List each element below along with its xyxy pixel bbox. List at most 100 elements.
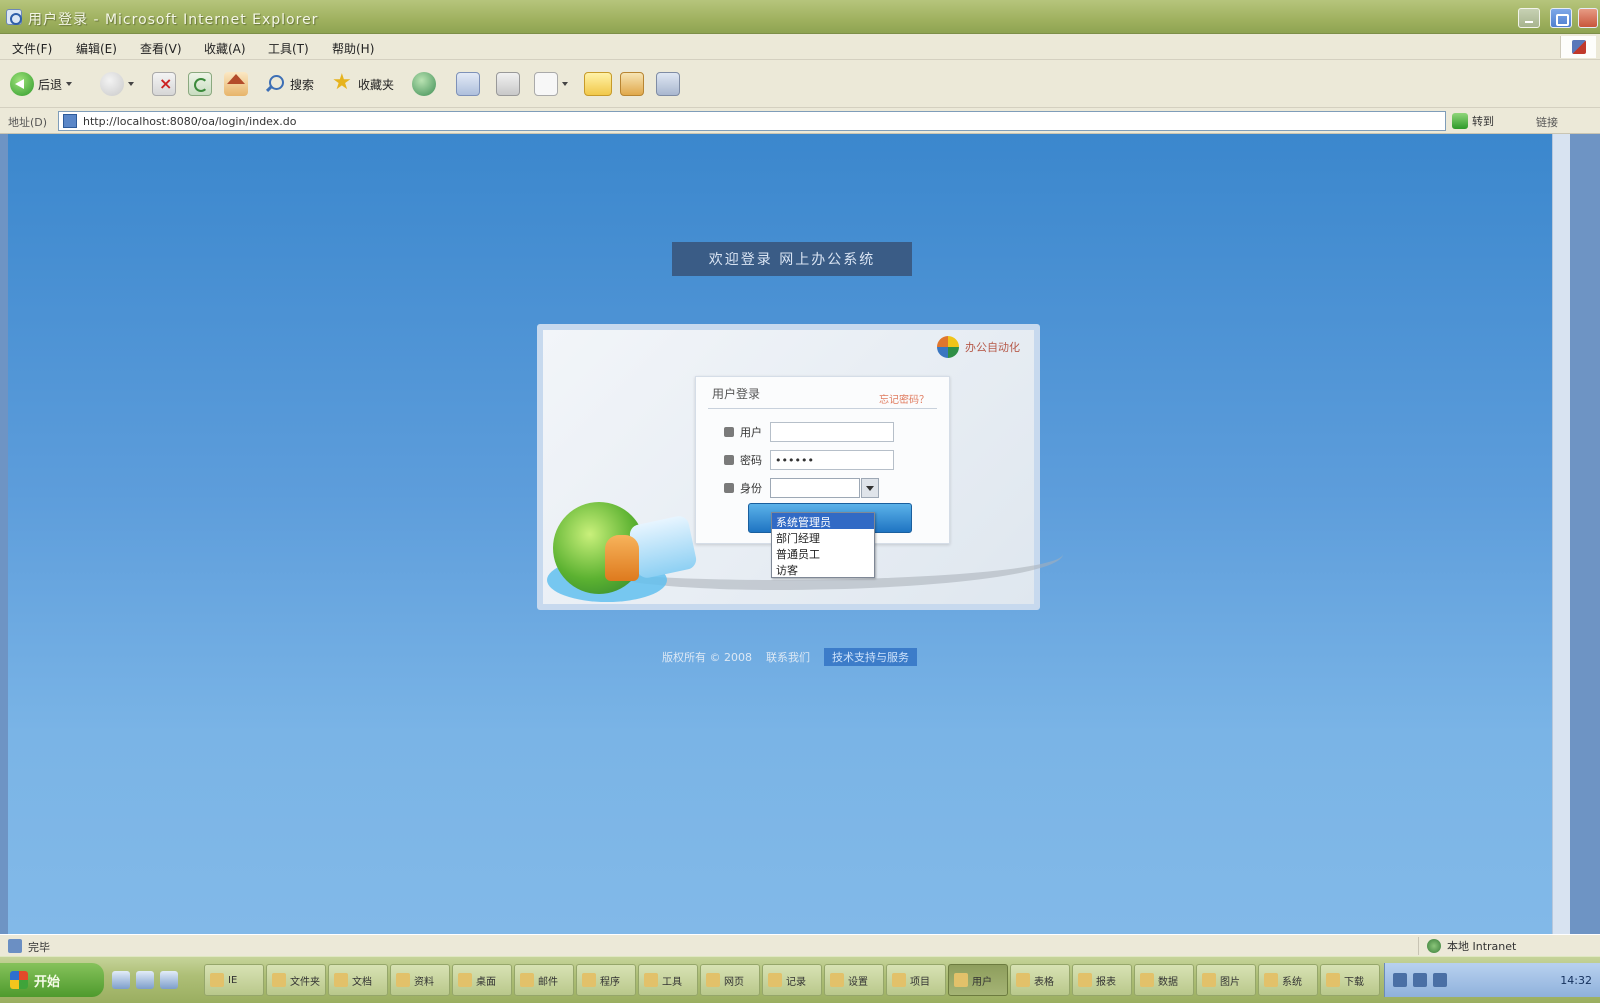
taskbar-button[interactable]: 程序 [576, 964, 636, 996]
menu-file[interactable]: 文件(F) [12, 40, 52, 57]
taskbar-button[interactable]: 图片 [1196, 964, 1256, 996]
taskbar-button[interactable]: 文档 [328, 964, 388, 996]
taskbar-app-icon [210, 973, 224, 987]
taskbar-button[interactable]: 用户 [948, 964, 1008, 996]
stop-button[interactable] [152, 70, 176, 98]
company-logo: 办公自动化 [937, 336, 1020, 358]
menu-view[interactable]: 查看(V) [140, 40, 182, 57]
back-button[interactable]: 后退 [10, 70, 73, 98]
taskbar-button[interactable]: 资料 [390, 964, 450, 996]
links-label[interactable]: 链接 [1536, 114, 1558, 130]
address-url: http://localhost:8080/oa/login/index.do [83, 115, 297, 128]
taskbar-button[interactable]: 文件夹 [266, 964, 326, 996]
role-option[interactable]: 系统管理员 [772, 513, 874, 529]
username-input[interactable] [770, 422, 894, 442]
ie-icon[interactable] [136, 971, 154, 989]
taskbar-button-label: 数据 [1158, 976, 1178, 988]
taskbar-button-label: 系统 [1282, 976, 1302, 988]
taskbar-button[interactable]: 设置 [824, 964, 884, 996]
statusbar: 完毕 本地 Intranet [0, 934, 1600, 956]
form-divider [708, 408, 937, 409]
chevron-down-icon[interactable] [861, 478, 879, 498]
taskbar-button[interactable]: 网页 [700, 964, 760, 996]
show-desktop-icon[interactable] [112, 971, 130, 989]
restore-button[interactable] [1550, 8, 1572, 28]
address-input[interactable]: http://localhost:8080/oa/login/index.do [58, 111, 1446, 131]
taskbar-app-icon [272, 973, 286, 987]
taskbar-app-icon [396, 973, 410, 987]
taskbar-button[interactable]: 邮件 [514, 964, 574, 996]
favorites-label: 收藏夹 [358, 77, 395, 92]
favorites-button[interactable]: 收藏夹 [330, 70, 394, 98]
folder-button[interactable] [584, 70, 612, 98]
role-option[interactable]: 部门经理 [772, 529, 874, 545]
volume-icon[interactable] [1413, 973, 1427, 987]
taskbar-button-label: 项目 [910, 976, 930, 988]
research-button[interactable] [656, 70, 680, 98]
contact-link[interactable]: 联系我们 [766, 649, 810, 665]
network-icon[interactable] [1393, 973, 1407, 987]
taskbar-button-label: 用户 [972, 976, 992, 988]
window-titlebar[interactable]: 用户登录 - Microsoft Internet Explorer [0, 0, 1600, 34]
taskbar-button[interactable]: 项目 [886, 964, 946, 996]
password-input[interactable] [770, 450, 894, 470]
taskbar-app-icon [954, 973, 968, 987]
menu-edit[interactable]: 编辑(E) [76, 40, 117, 57]
media-button[interactable] [412, 70, 436, 98]
taskbar-button[interactable]: 系统 [1258, 964, 1318, 996]
menu-tools[interactable]: 工具(T) [268, 40, 309, 57]
taskbar-app-icon [830, 973, 844, 987]
home-button[interactable] [224, 70, 248, 98]
menu-favorites[interactable]: 收藏(A) [204, 40, 246, 57]
role-option[interactable]: 普通员工 [772, 545, 874, 561]
taskbar-button[interactable]: 工具 [638, 964, 698, 996]
taskbar-button-label: 邮件 [538, 976, 558, 988]
taskbar-app-icon [644, 973, 658, 987]
logo-icon [937, 336, 959, 358]
taskbar-button[interactable]: IE [204, 964, 264, 996]
forward-dropdown-icon[interactable] [128, 82, 134, 86]
taskbar-app-icon [1264, 973, 1278, 987]
vertical-scrollbar[interactable] [1552, 134, 1570, 934]
search-button[interactable]: 搜索 [262, 70, 314, 98]
edit-dropdown-icon[interactable] [562, 82, 568, 86]
close-button[interactable] [1578, 8, 1598, 28]
logo-text: 办公自动化 [965, 341, 1020, 354]
refresh-icon [188, 72, 212, 96]
menu-help[interactable]: 帮助(H) [332, 40, 374, 57]
taskbar-button[interactable]: 下载 [1320, 964, 1380, 996]
taskbar-button-label: 资料 [414, 976, 434, 988]
media-player-icon[interactable] [160, 971, 178, 989]
go-button[interactable]: 转到 [1452, 111, 1524, 131]
taskbar-button[interactable]: 记录 [762, 964, 822, 996]
person-icon [605, 535, 639, 581]
taskbar-button-label: 工具 [662, 976, 682, 988]
taskbar-button[interactable]: 桌面 [452, 964, 512, 996]
taskbar-button[interactable]: 报表 [1072, 964, 1132, 996]
stop-icon [152, 72, 176, 96]
taskbar-app-icon [1016, 973, 1030, 987]
start-button[interactable]: 开始 [0, 963, 104, 997]
lock-icon [724, 455, 734, 465]
refresh-button[interactable] [188, 70, 212, 98]
back-dropdown-icon[interactable] [66, 82, 73, 86]
taskbar-button-label: 程序 [600, 976, 620, 988]
print-button[interactable] [496, 70, 520, 98]
minimize-button[interactable] [1518, 8, 1540, 28]
password-label: 密码 [740, 454, 762, 467]
mail-button[interactable] [456, 70, 480, 98]
taskbar-button[interactable]: 数据 [1134, 964, 1194, 996]
taskbar-app-icon [1140, 973, 1154, 987]
taskbar-button[interactable]: 表格 [1010, 964, 1070, 996]
intranet-icon [1427, 939, 1441, 953]
taskbar-app-icon [706, 973, 720, 987]
ime-icon[interactable] [1433, 973, 1447, 987]
role-select[interactable] [770, 478, 879, 498]
windows-logo-icon [1560, 36, 1596, 58]
forward-button[interactable] [100, 70, 134, 98]
forgot-password-link[interactable]: 忘记密码？ [879, 391, 929, 406]
edit-button[interactable] [534, 70, 568, 98]
messenger-button[interactable] [620, 70, 644, 98]
support-link[interactable]: 技术支持与服务 [824, 648, 917, 666]
role-option[interactable]: 访客 [772, 561, 874, 577]
